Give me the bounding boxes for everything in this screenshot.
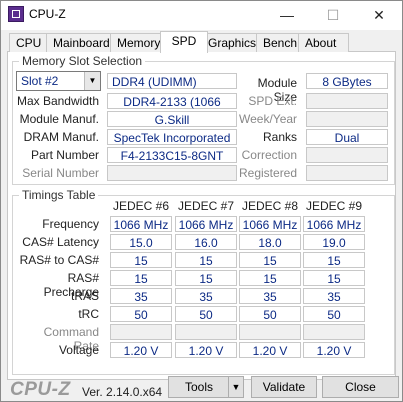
timing-row-label: Frequency bbox=[42, 217, 99, 231]
close-window-button[interactable]: ✕ bbox=[356, 1, 402, 30]
close-button[interactable]: Close bbox=[322, 376, 399, 398]
version-text: Ver. 2.14.0.x64 bbox=[82, 385, 163, 399]
timing-row-label: tRAS bbox=[70, 289, 99, 303]
validate-button[interactable]: Validate bbox=[251, 376, 317, 398]
spd-ext-field bbox=[306, 93, 388, 109]
timing-cell: 1.20 V bbox=[239, 342, 301, 358]
ranks-field: Dual bbox=[306, 129, 388, 145]
timings-column-header: JEDEC #6 bbox=[112, 199, 170, 213]
ranks-label: Ranks bbox=[262, 130, 297, 144]
module-size-field: 8 GBytes bbox=[306, 73, 388, 89]
timing-cell: 1.20 V bbox=[303, 342, 365, 358]
timings-legend: Timings Table bbox=[19, 188, 99, 202]
timing-cell: 15 bbox=[303, 270, 365, 286]
minimize-button[interactable]: — bbox=[264, 1, 310, 30]
timing-cell: 15 bbox=[303, 252, 365, 268]
max-bandwidth-field: DDR4-2133 (1066 MHz) bbox=[107, 93, 237, 125]
tools-button[interactable]: Tools bbox=[168, 376, 230, 398]
tab-spd[interactable]: SPD bbox=[160, 31, 208, 53]
window-title: CPU-Z bbox=[29, 7, 66, 21]
part-number-field: F4-2133C15-8GNT bbox=[107, 147, 237, 163]
tools-dropdown-button[interactable]: ▼ bbox=[228, 376, 244, 398]
timing-cell: 50 bbox=[239, 306, 301, 322]
timing-row-label: RAS# to CAS# bbox=[19, 253, 99, 267]
spd-ext-label: SPD Ext. bbox=[248, 94, 297, 108]
timing-cell: 15.0 bbox=[110, 234, 172, 250]
tab-about[interactable]: About bbox=[298, 33, 349, 52]
tab-mainboard[interactable]: Mainboard bbox=[46, 33, 119, 52]
timing-cell: 35 bbox=[175, 288, 237, 304]
timing-cell bbox=[239, 324, 301, 340]
tab-cpu[interactable]: CPU bbox=[9, 33, 47, 52]
memory-slot-group: Memory Slot Selection Slot #2 ▼ DDR4 (UD… bbox=[12, 54, 395, 185]
registered-field bbox=[306, 165, 388, 181]
chevron-down-icon: ▼ bbox=[231, 382, 241, 392]
max-bandwidth-label: Max Bandwidth bbox=[16, 94, 99, 108]
correction-field bbox=[306, 147, 388, 163]
timing-cell: 1066 MHz bbox=[239, 216, 301, 232]
timing-cell: 1066 MHz bbox=[175, 216, 237, 232]
cpuz-app-icon bbox=[8, 6, 24, 22]
dram-manuf-label: DRAM Manuf. bbox=[23, 130, 99, 144]
timing-cell: 1066 MHz bbox=[303, 216, 365, 232]
timing-cell: 15 bbox=[110, 252, 172, 268]
timing-row-label: CAS# Latency bbox=[22, 235, 99, 249]
cpuz-window: CPU-Z — ☐ ✕ CPU Mainboard Memory SPD Gra… bbox=[0, 0, 403, 402]
part-number-label: Part Number bbox=[30, 148, 99, 162]
title-bar: CPU-Z — ☐ ✕ bbox=[1, 1, 402, 30]
timings-group: Timings Table JEDEC #6 JEDEC #7 JEDEC #8… bbox=[12, 188, 395, 375]
timing-cell: 15 bbox=[239, 252, 301, 268]
timings-column-header: JEDEC #7 bbox=[177, 199, 235, 213]
timing-cell: 50 bbox=[110, 306, 172, 322]
serial-number-field bbox=[107, 165, 237, 181]
timing-cell: 1066 MHz bbox=[110, 216, 172, 232]
slot-select-value: Slot #2 bbox=[21, 74, 59, 88]
correction-label: Correction bbox=[241, 148, 297, 162]
timing-cell: 50 bbox=[303, 306, 365, 322]
slot-select[interactable]: Slot #2 ▼ bbox=[16, 71, 101, 91]
week-year-field bbox=[306, 111, 388, 127]
dram-manuf-field: SpecTek Incorporated bbox=[107, 129, 237, 145]
maximize-button[interactable]: ☐ bbox=[310, 1, 356, 30]
timing-row-label: Voltage bbox=[58, 343, 99, 357]
week-year-label: Week/Year bbox=[239, 112, 298, 126]
timing-cell: 15 bbox=[175, 270, 237, 286]
timing-cell bbox=[110, 324, 172, 340]
cpuz-logo: CPU-Z bbox=[10, 379, 71, 400]
timing-cell: 19.0 bbox=[303, 234, 365, 250]
chevron-down-icon: ▼ bbox=[84, 72, 100, 90]
timing-cell: 1.20 V bbox=[175, 342, 237, 358]
timing-cell: 35 bbox=[239, 288, 301, 304]
timing-cell: 16.0 bbox=[175, 234, 237, 250]
registered-label: Registered bbox=[239, 166, 298, 180]
timing-cell: 50 bbox=[175, 306, 237, 322]
timing-cell bbox=[175, 324, 237, 340]
timings-column-header: JEDEC #8 bbox=[241, 199, 299, 213]
timing-cell: 15 bbox=[110, 270, 172, 286]
timing-cell: 15 bbox=[175, 252, 237, 268]
timing-cell bbox=[303, 324, 365, 340]
serial-number-label: Serial Number bbox=[22, 166, 99, 180]
timing-cell: 1.20 V bbox=[110, 342, 172, 358]
timing-cell: 15 bbox=[239, 270, 301, 286]
module-manuf-label: Module Manuf. bbox=[19, 112, 99, 126]
timing-cell: 18.0 bbox=[239, 234, 301, 250]
module-manuf-field: G.Skill bbox=[107, 111, 237, 127]
memory-type-field: DDR4 (UDIMM) bbox=[107, 73, 237, 89]
timings-column-header: JEDEC #9 bbox=[305, 199, 363, 213]
timing-cell: 35 bbox=[110, 288, 172, 304]
timing-row-label: tRC bbox=[78, 307, 99, 321]
spd-panel: Memory Slot Selection Slot #2 ▼ DDR4 (UD… bbox=[7, 52, 396, 380]
timing-cell: 35 bbox=[303, 288, 365, 304]
memory-slot-legend: Memory Slot Selection bbox=[19, 54, 146, 68]
